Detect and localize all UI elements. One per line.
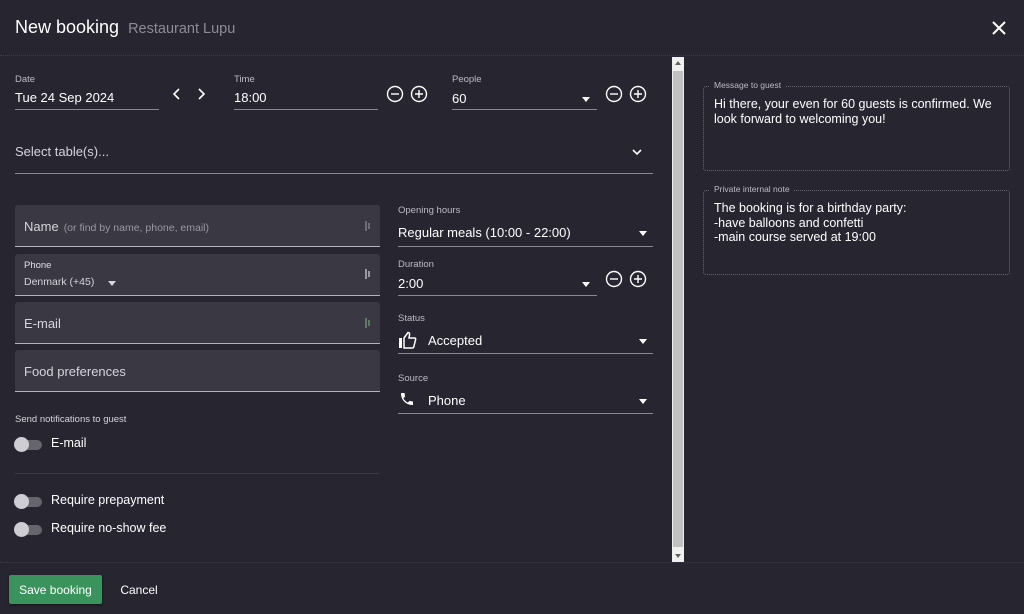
email-placeholder: E-mail — [24, 316, 61, 331]
scroll-up-arrow-icon[interactable] — [675, 61, 681, 65]
internal-note-text[interactable]: The booking is for a birthday party: -ha… — [714, 201, 999, 245]
internal-note-textarea[interactable]: Private internal note The booking is for… — [703, 184, 1010, 275]
prepayment-label: Require prepayment — [51, 493, 165, 507]
cancel-button[interactable]: Cancel — [112, 575, 166, 604]
email-notification-label: E-mail — [51, 436, 87, 450]
scroll-down-arrow-icon[interactable] — [675, 554, 681, 558]
people-underline — [452, 109, 597, 110]
duration-underline — [398, 295, 597, 296]
date-value[interactable]: Tue 24 Sep 2024 — [15, 90, 114, 105]
duration-label: Duration — [398, 259, 434, 270]
source-value[interactable]: Phone — [428, 393, 466, 408]
form-scrollbar[interactable] — [672, 57, 684, 562]
message-to-guest-label: Message to guest — [710, 80, 786, 90]
opening-hours-underline — [398, 246, 653, 247]
message-to-guest-text[interactable]: Hi there, your even for 60 guests is con… — [714, 97, 999, 126]
close-icon — [992, 21, 1006, 35]
opening-hours-value[interactable]: Regular meals (10:00 - 22:00) — [398, 225, 571, 240]
caret-down-icon — [582, 97, 590, 102]
scrollbar-thumb[interactable] — [673, 71, 683, 547]
status-underline — [398, 353, 653, 354]
minus-circle-icon — [605, 270, 623, 288]
plus-circle-icon — [629, 85, 647, 103]
plus-circle-icon — [410, 85, 428, 103]
table-select-underline — [15, 173, 653, 174]
table-select-toggle[interactable] — [628, 143, 646, 161]
status-value[interactable]: Accepted — [428, 333, 482, 348]
source-label: Source — [398, 373, 429, 384]
toggle-knob — [14, 522, 29, 537]
chevron-left-icon — [172, 88, 180, 100]
no-show-fee-label: Require no-show fee — [51, 521, 167, 535]
caret-down-icon — [639, 231, 647, 236]
phone-label: Phone — [24, 260, 52, 271]
caret-down-icon — [639, 339, 647, 344]
section-divider — [15, 473, 379, 474]
caret-down-icon — [639, 399, 647, 404]
save-booking-button[interactable]: Save booking — [9, 575, 102, 604]
no-show-fee-toggle[interactable] — [14, 522, 42, 537]
dialog-footer: Save booking Cancel — [0, 562, 1024, 614]
time-value[interactable]: 18:00 — [234, 90, 267, 105]
food-preferences-input[interactable]: Food preferences — [15, 350, 380, 392]
prepayment-toggle[interactable] — [14, 494, 42, 509]
name-label: Name — [24, 219, 59, 234]
duration-decrease-button[interactable] — [605, 270, 623, 288]
phone-icon — [401, 393, 413, 405]
date-underline — [15, 109, 159, 110]
phone-country-select[interactable]: Denmark (+45) — [24, 276, 94, 288]
page-title: New booking — [15, 17, 120, 37]
chevron-right-icon — [198, 88, 206, 100]
caret-down-icon — [582, 282, 590, 287]
autofill-icon — [365, 269, 370, 279]
status-label: Status — [398, 313, 425, 324]
next-day-button[interactable] — [192, 85, 210, 103]
dialog-header: New booking Restaurant Lupu — [0, 0, 1024, 56]
restaurant-name: Restaurant Lupu — [128, 21, 236, 37]
phone-input[interactable]: Phone Denmark (+45) — [15, 254, 380, 296]
people-decrease-button[interactable] — [605, 85, 623, 103]
caret-down-icon — [108, 281, 116, 286]
time-increase-button[interactable] — [410, 85, 428, 103]
notifications-heading: Send notifications to guest — [15, 414, 127, 425]
email-input[interactable]: E-mail — [15, 302, 380, 344]
table-select-placeholder[interactable]: Select table(s)... — [15, 144, 109, 159]
time-underline — [234, 109, 378, 110]
internal-note-label: Private internal note — [710, 184, 794, 194]
autofill-icon — [365, 318, 370, 328]
plus-circle-icon — [629, 270, 647, 288]
people-value[interactable]: 60 — [452, 91, 466, 106]
message-to-guest-textarea[interactable]: Message to guest Hi there, your even for… — [703, 80, 1010, 171]
close-button[interactable] — [990, 19, 1008, 37]
dialog-title: New booking Restaurant Lupu — [15, 17, 235, 38]
email-notification-toggle[interactable] — [14, 437, 42, 452]
toggle-knob — [14, 494, 29, 509]
name-placeholder: Name (or find by name, phone, email) — [24, 219, 209, 234]
thumbs-up-icon — [399, 331, 417, 349]
food-preferences-placeholder: Food preferences — [24, 364, 126, 379]
time-label: Time — [234, 74, 255, 85]
duration-value[interactable]: 2:00 — [398, 276, 423, 291]
source-underline — [398, 413, 653, 414]
time-decrease-button[interactable] — [386, 85, 404, 103]
opening-hours-label: Opening hours — [398, 205, 461, 216]
name-hint: (or find by name, phone, email) — [63, 222, 210, 234]
chevron-down-icon — [632, 149, 642, 156]
minus-circle-icon — [386, 85, 404, 103]
name-input[interactable]: Name (or find by name, phone, email) — [15, 205, 380, 247]
people-label: People — [452, 74, 482, 85]
date-label: Date — [15, 74, 36, 85]
autofill-icon — [365, 221, 370, 231]
toggle-knob — [14, 437, 29, 452]
duration-increase-button[interactable] — [629, 270, 647, 288]
people-increase-button[interactable] — [629, 85, 647, 103]
minus-circle-icon — [605, 85, 623, 103]
previous-day-button[interactable] — [168, 85, 186, 103]
